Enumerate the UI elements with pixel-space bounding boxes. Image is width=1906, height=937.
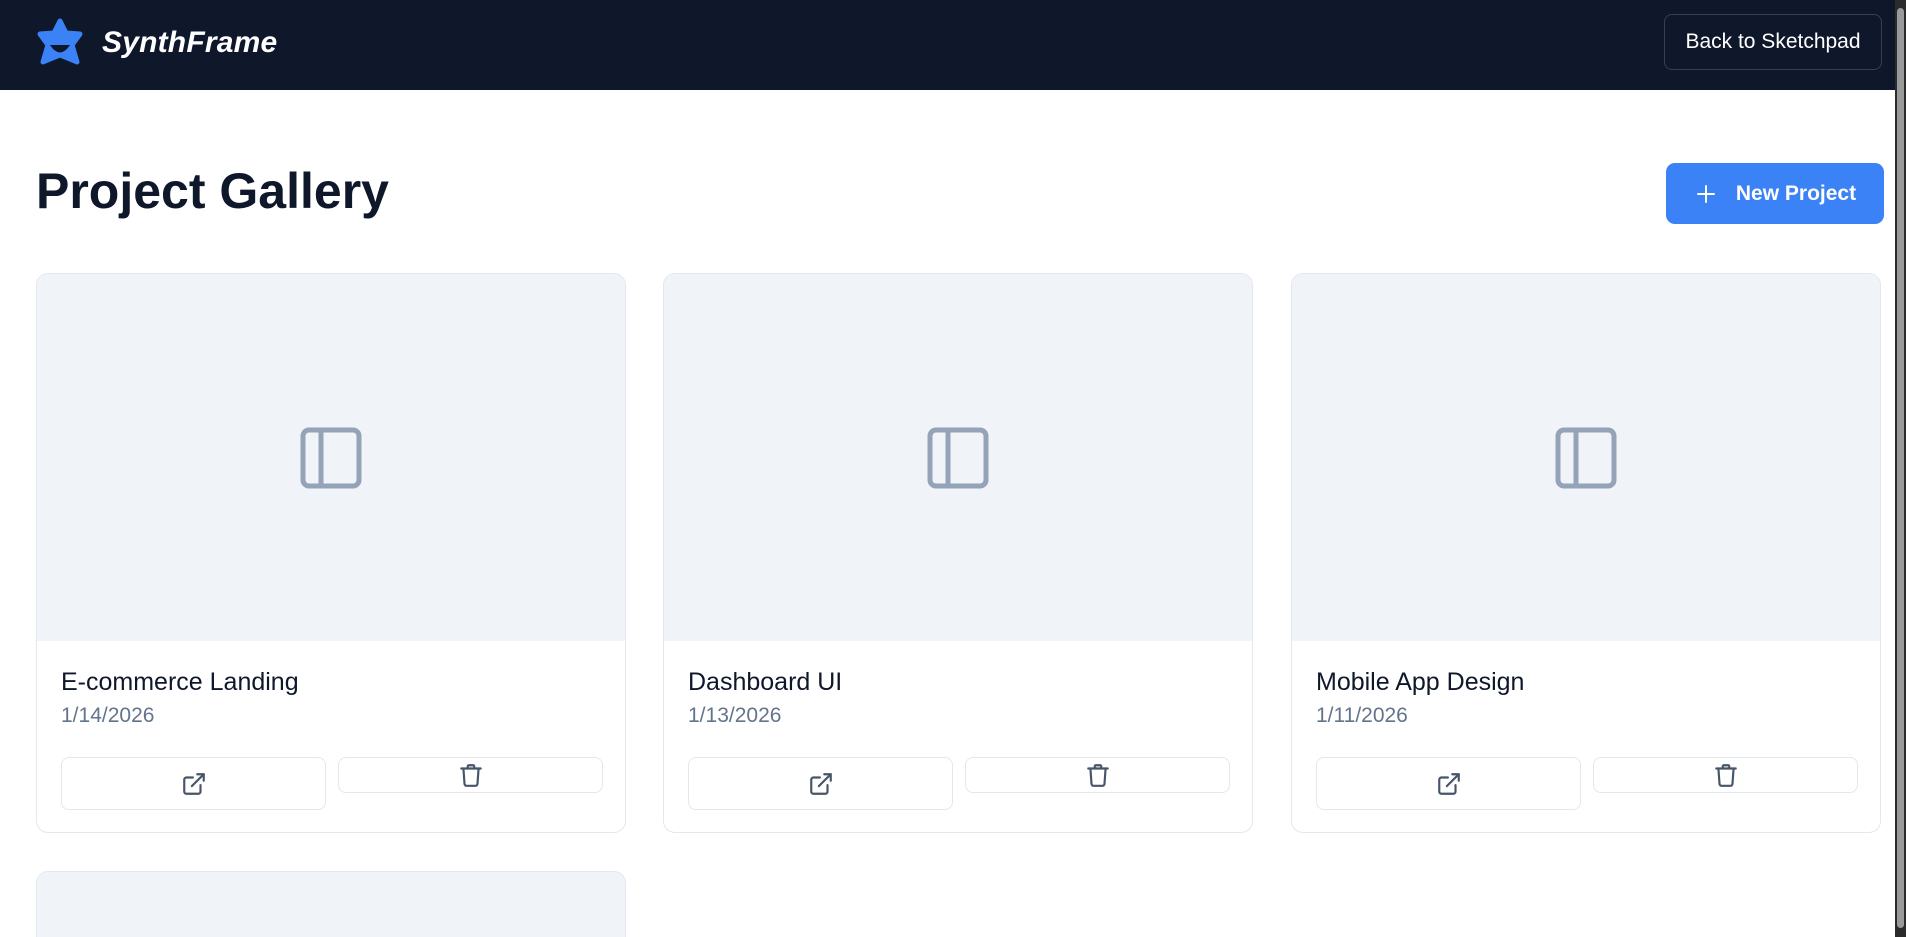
project-name: Dashboard UI bbox=[688, 668, 843, 696]
project-thumbnail[interactable] bbox=[1292, 274, 1880, 641]
new-project-button[interactable]: New Project bbox=[1666, 163, 1884, 224]
project-date: 1/13/2026 bbox=[688, 704, 782, 727]
new-project-label: New Project bbox=[1735, 181, 1857, 205]
top-nav-bar: SynthFrame Back to Sketchpad bbox=[0, 0, 1895, 90]
project-date: 1/11/2026 bbox=[1316, 704, 1408, 727]
project-card[interactable]: E-commerce Landing 1/14/2026 bbox=[36, 273, 626, 833]
panel-left-icon bbox=[927, 427, 989, 488]
page-title: Project Gallery bbox=[36, 163, 389, 219]
project-thumbnail[interactable] bbox=[37, 872, 625, 937]
project-card[interactable] bbox=[36, 871, 626, 937]
back-to-sketchpad-button[interactable]: Back to Sketchpad bbox=[1664, 14, 1882, 70]
external-link-icon bbox=[1437, 772, 1460, 795]
brand[interactable]: SynthFrame bbox=[35, 18, 277, 68]
external-link-icon bbox=[809, 772, 832, 795]
open-project-button[interactable] bbox=[1316, 757, 1581, 810]
panel-left-icon bbox=[1555, 427, 1617, 488]
panel-left-icon bbox=[300, 427, 362, 488]
project-thumbnail[interactable] bbox=[664, 274, 1252, 641]
project-card[interactable]: Mobile App Design 1/11/2026 bbox=[1291, 273, 1881, 833]
open-project-button[interactable] bbox=[688, 757, 953, 810]
project-name: Mobile App Design bbox=[1316, 668, 1525, 696]
project-date: 1/14/2026 bbox=[61, 704, 155, 727]
delete-project-button[interactable] bbox=[965, 757, 1230, 793]
trash-icon bbox=[1086, 764, 1109, 787]
trash-icon bbox=[459, 764, 482, 787]
open-project-button[interactable] bbox=[61, 757, 326, 810]
app-name: SynthFrame bbox=[102, 26, 278, 59]
project-thumbnail[interactable] bbox=[37, 274, 625, 641]
star-logo-icon bbox=[37, 18, 83, 65]
project-name: E-commerce Landing bbox=[61, 668, 299, 696]
delete-project-button[interactable] bbox=[1593, 757, 1858, 793]
plus-icon bbox=[1696, 184, 1715, 203]
scrollbar-thumb[interactable] bbox=[1897, 8, 1904, 928]
external-link-icon bbox=[182, 772, 205, 795]
project-card[interactable]: Dashboard UI 1/13/2026 bbox=[663, 273, 1253, 833]
trash-icon bbox=[1714, 764, 1737, 787]
delete-project-button[interactable] bbox=[338, 757, 603, 793]
